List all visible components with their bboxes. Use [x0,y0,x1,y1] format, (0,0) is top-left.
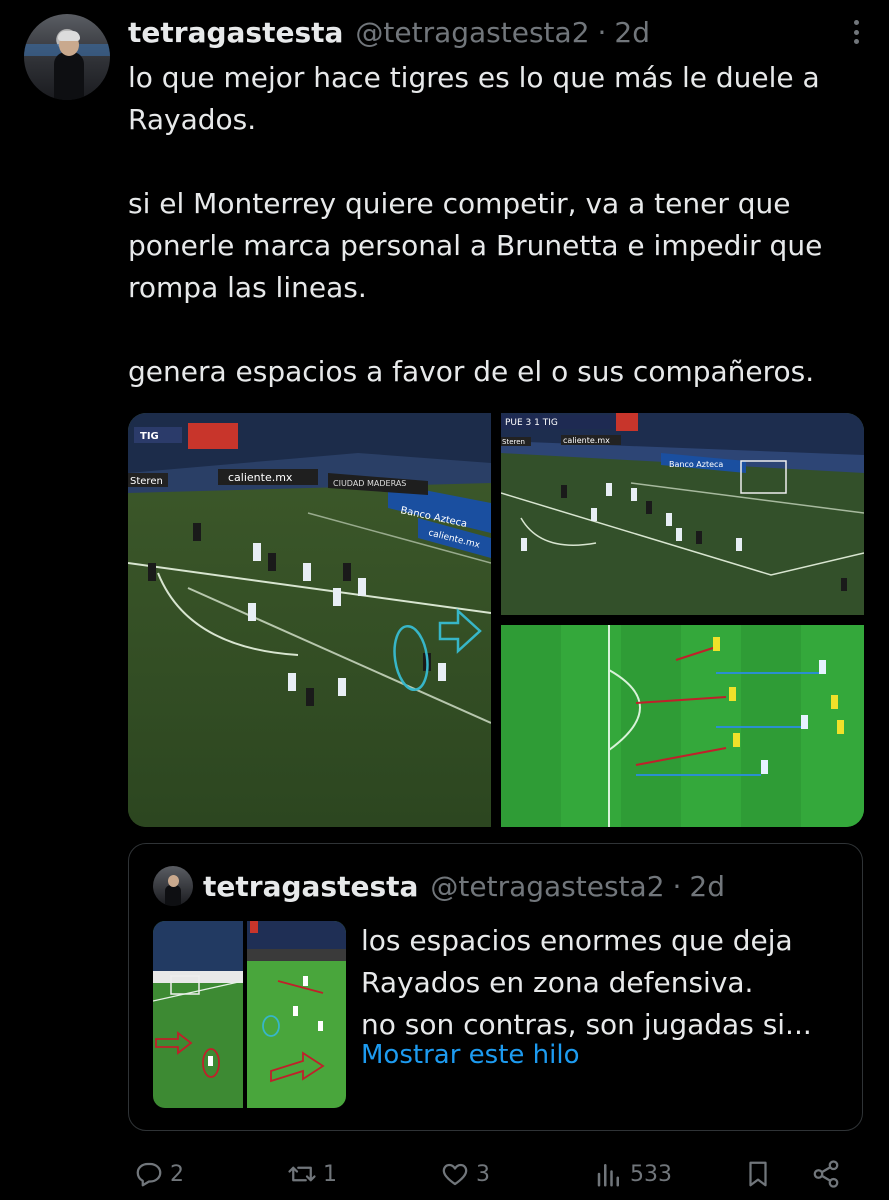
tweet-action-bar: 2 1 3 533 [0,1152,889,1196]
svg-text:caliente.mx: caliente.mx [563,436,610,445]
separator-dot: · [597,15,607,49]
quoted-text-line-1: los espacios enormes que deja [361,924,793,957]
quoted-author-avatar[interactable] [153,866,193,906]
tactical-diagram-image [501,625,864,827]
avatar-head [168,875,179,887]
author-handle[interactable]: @tetragastesta2 [355,16,589,49]
svg-text:Steren: Steren [130,476,163,487]
quoted-author-display-name[interactable]: tetragastesta [203,870,418,903]
football-pitch-image-1: caliente.mx Banco Azteca CIUDAD MADERAS … [128,413,491,827]
quoted-tweet-card[interactable]: tetragastesta @tetragastesta2 · 2d los e… [128,843,863,1131]
retweet-button[interactable]: 1 [287,1152,337,1196]
svg-text:TIG: TIG [140,431,159,442]
svg-text:Steren: Steren [502,438,525,446]
quoted-media-thumbnail [153,921,346,1108]
author-display-name[interactable]: tetragastesta [128,16,343,49]
quoted-tweet-media[interactable] [153,921,346,1108]
avatar-figure [54,52,84,100]
bookmark-icon [749,1161,767,1187]
like-button[interactable]: 3 [440,1152,490,1196]
svg-text:CIUDAD MADERAS: CIUDAD MADERAS [333,479,406,488]
bookmark-button[interactable] [743,1152,773,1196]
avatar-hair [58,31,80,41]
tweet-timestamp[interactable]: 2d [614,16,650,49]
more-options-icon[interactable] [844,20,868,44]
quoted-tweet-header: tetragastesta @tetragastesta2 · 2d [203,866,725,906]
retweet-count: 1 [323,1161,337,1187]
ad-text: caliente.mx [228,471,293,484]
share-icon [813,1160,839,1188]
tweet-text: lo que mejor hace tigres es lo que más l… [128,57,868,393]
views-chart-icon [597,1164,619,1187]
media-image-2[interactable]: PUE 3 1 TIG caliente.mx Banco Azteca Ste… [501,413,864,615]
tweet-media-grid: caliente.mx Banco Azteca CIUDAD MADERAS … [128,413,864,827]
separator-dot: · [672,869,682,903]
reply-button[interactable]: 2 [134,1152,184,1196]
media-image-3[interactable] [501,625,864,827]
tweet-paragraph-2: si el Monterrey quiere competir, va a te… [128,187,832,304]
retweet-icon [288,1166,316,1182]
avatar-figure [165,885,181,906]
reply-icon [136,1162,162,1187]
quoted-tweet-text: los espacios enormes que deja Rayados en… [361,920,841,1046]
football-pitch-image-2: PUE 3 1 TIG caliente.mx Banco Azteca Ste… [501,413,864,615]
author-avatar[interactable] [24,14,110,100]
reply-count: 2 [170,1161,184,1187]
quoted-tweet-timestamp[interactable]: 2d [689,870,725,903]
heart-icon [442,1163,468,1186]
quoted-text-line-2: Rayados en zona defensiva. [361,966,754,999]
svg-text:Banco Azteca: Banco Azteca [669,460,723,469]
tweet-paragraph-1: lo que mejor hace tigres es lo que más l… [128,61,829,136]
tweet-paragraph-3: genera espacios a favor de el o sus comp… [128,355,815,388]
media-image-1[interactable]: caliente.mx Banco Azteca CIUDAD MADERAS … [128,413,491,827]
quoted-author-handle[interactable]: @tetragastesta2 [430,870,664,903]
view-count: 533 [630,1161,672,1187]
svg-text:PUE 3 1 TIG: PUE 3 1 TIG [505,418,558,428]
show-thread-link[interactable]: Mostrar este hilo [361,1036,580,1074]
share-button[interactable] [811,1152,841,1196]
like-count: 3 [476,1161,490,1187]
tweet-header: tetragastesta @tetragastesta2 · 2d [128,12,650,52]
views-button[interactable]: 533 [594,1152,672,1196]
